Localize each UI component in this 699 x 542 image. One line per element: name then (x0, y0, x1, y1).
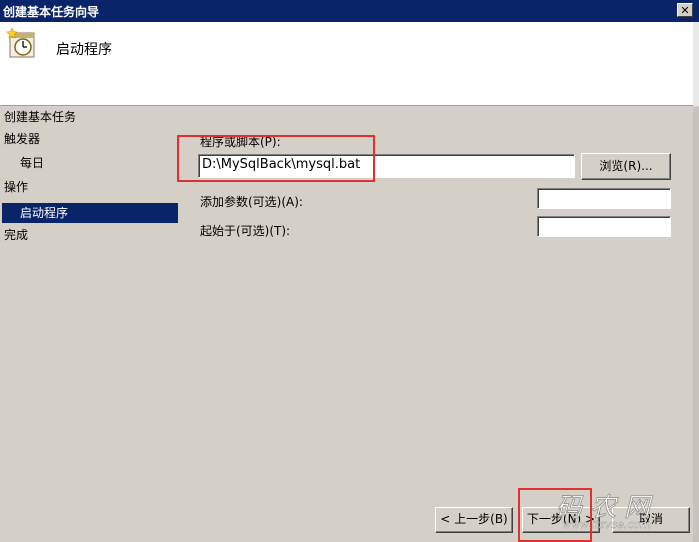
back-button[interactable]: < 上一步(B) (435, 507, 513, 533)
header-edge (693, 22, 699, 106)
step-create-basic-task: 创建基本任务 (4, 110, 77, 124)
clock-task-icon (6, 27, 38, 60)
next-button-highlight (518, 488, 592, 542)
start-in-input[interactable] (537, 216, 671, 237)
program-field-highlight (177, 135, 375, 182)
start-in-label: 起始于(可选)(T): (200, 224, 291, 238)
page-heading: 启动程序 (56, 42, 112, 58)
step-trigger: 触发器 (4, 132, 41, 146)
window-title: 创建基本任务向导 (3, 5, 100, 19)
step-finish: 完成 (4, 228, 29, 242)
step-daily: 每日 (20, 156, 45, 170)
window-titlebar: 创建基本任务向导 ✕ (0, 0, 699, 22)
step-action: 操作 (4, 180, 29, 194)
args-label: 添加参数(可选)(A): (200, 195, 303, 209)
cancel-button[interactable]: 取消 (612, 507, 690, 533)
wizard-header: 启动程序 (0, 22, 699, 106)
step-start-program: 启动程序 (2, 203, 178, 223)
browse-button[interactable]: 浏览(R)... (581, 153, 671, 180)
close-button[interactable]: ✕ (677, 3, 693, 17)
right-edge (693, 107, 699, 542)
args-input[interactable] (537, 188, 671, 209)
wizard-steps: 创建基本任务 触发器 每日 操作 启动程序 完成 (0, 107, 178, 542)
